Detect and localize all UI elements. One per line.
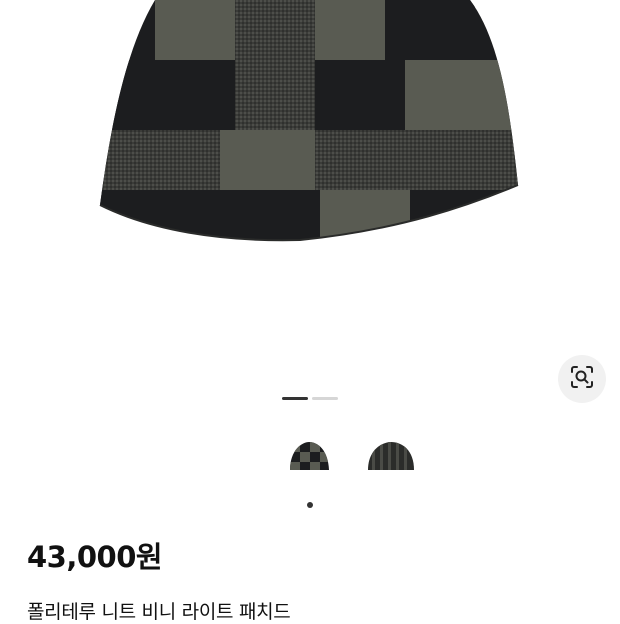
thumbnail-1[interactable] <box>282 440 336 476</box>
pager-indicator-1 <box>282 397 308 400</box>
visual-search-icon <box>569 364 595 394</box>
pager-indicator-2 <box>312 397 338 400</box>
product-price: 43,000원 <box>27 540 163 574</box>
selected-thumbnail-dot <box>307 502 313 508</box>
thumbnail-2[interactable] <box>364 440 418 476</box>
thumbnail-strip <box>282 440 418 476</box>
image-pager <box>282 397 338 400</box>
visual-search-button[interactable] <box>558 355 606 403</box>
beanie-image <box>99 0 519 242</box>
product-image[interactable] <box>0 0 620 345</box>
